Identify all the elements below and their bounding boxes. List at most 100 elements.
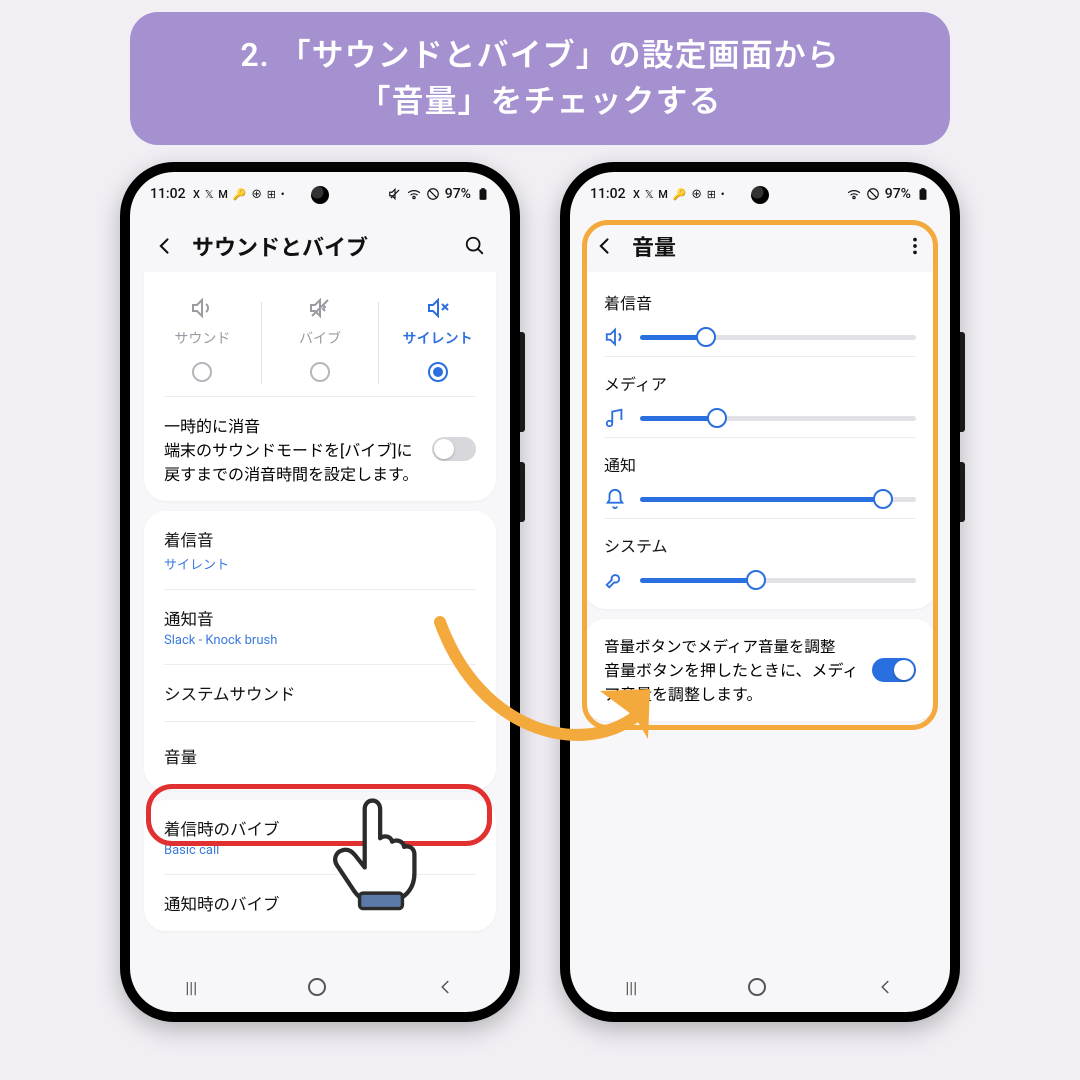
temp-mute-title: 一時的に消音 [164, 413, 420, 437]
status-time: 11:02 [590, 186, 626, 202]
mode-label: サイレント [379, 328, 496, 348]
slider-label: メディア [604, 371, 916, 395]
row-label: 音量 [164, 744, 476, 768]
volume-sliders-card: 着信音 メディア [584, 272, 936, 609]
wrench-icon [604, 569, 626, 591]
media-key-title: 音量ボタンでメディア音量を調整 [604, 635, 860, 657]
radio[interactable] [192, 362, 212, 382]
slider-label: 通知 [604, 452, 916, 476]
row-label: システムサウンド [164, 681, 476, 705]
phone-side-button [960, 332, 965, 432]
camera-cutout [311, 186, 329, 204]
bell-icon [604, 488, 626, 510]
row-value: Basic call [164, 843, 476, 858]
sound-icon [190, 296, 214, 320]
nav-recents[interactable]: ||| [185, 978, 197, 997]
temporary-mute-row[interactable]: 一時的に消音 端末のサウンドモードを[バイブ]に戻すまでの消音時間を設定します。 [144, 397, 496, 501]
search-icon [464, 235, 486, 257]
status-icons-left: X 𝕏 M 🔑 ⊕ ⊞ • [633, 188, 726, 201]
phone-side-button [520, 462, 525, 522]
page-title: サウンドとバイブ [192, 230, 448, 262]
sound-settings-card: 着信音 サイレント 通知音 Slack - Knock brush システムサウ… [144, 511, 496, 790]
no-sim-icon [866, 187, 880, 201]
no-sim-icon [426, 187, 440, 201]
camera-cutout [751, 186, 769, 204]
row-value: Slack - Knock brush [164, 633, 476, 648]
slider-ringtone: 着信音 [584, 276, 936, 356]
mode-label: バイブ [262, 328, 379, 348]
media-key-card: 音量ボタンでメディア音量を調整 音量ボタンを押したときに、メディア音量を調整しま… [584, 619, 936, 721]
instruction-banner: 2. 「サウンドとバイブ」の設定画面から 「音量」をチェックする [130, 12, 950, 145]
slider-label: システム [604, 533, 916, 557]
mode-label: サウンド [144, 328, 261, 348]
temp-mute-desc: 端末のサウンドモードを[バイブ]に戻すまでの消音時間を設定します。 [164, 437, 420, 485]
row-value: サイレント [164, 554, 476, 573]
phone-side-button [960, 462, 965, 522]
phone-side-button [520, 332, 525, 432]
row-label: 着信音 [164, 527, 476, 551]
status-icons-left: X 𝕏 M 🔑 ⊕ ⊞ • [193, 188, 286, 201]
mode-silent[interactable]: サイレント [379, 296, 496, 390]
row-label: 着信時のバイブ [164, 816, 476, 840]
volume-row[interactable]: 音量 [144, 722, 496, 790]
slider-system: システム [584, 519, 936, 599]
nav-home[interactable] [748, 978, 766, 996]
radio[interactable] [428, 362, 448, 382]
mode-sound[interactable]: サウンド [144, 296, 261, 390]
nav-back[interactable] [877, 978, 895, 996]
status-battery-pct: 97% [885, 186, 911, 202]
media-key-desc: 音量ボタンを押したときに、メディア音量を調整します。 [604, 657, 860, 705]
wifi-icon [407, 187, 421, 201]
ringtone-row[interactable]: 着信音 サイレント [144, 511, 496, 589]
chevron-left-icon [595, 236, 615, 256]
slider-notification: 通知 [584, 438, 936, 518]
mute-icon [388, 187, 402, 201]
media-key-toggle[interactable] [872, 658, 916, 682]
notification-sound-row[interactable]: 通知音 Slack - Knock brush [144, 590, 496, 664]
speaker-icon [604, 326, 626, 348]
nav-bar: ||| [570, 962, 950, 1012]
vibration-card: 着信時のバイブ Basic call 通知時のバイブ [144, 800, 496, 931]
silent-icon [426, 296, 450, 320]
banner-line-1: 2. 「サウンドとバイブ」の設定画面から [160, 32, 920, 78]
slider-media: メディア [584, 357, 936, 437]
notif-vibration-row[interactable]: 通知時のバイブ [144, 875, 496, 931]
mode-vibrate[interactable]: バイブ [262, 296, 379, 390]
back-button[interactable] [592, 233, 618, 259]
slider-label: 着信音 [604, 290, 916, 314]
sound-mode-card: サウンド バイブ サイレント [144, 272, 496, 501]
battery-icon [916, 187, 930, 201]
vibrate-icon [308, 296, 332, 320]
more-vertical-icon [904, 235, 926, 257]
temp-mute-toggle[interactable] [432, 437, 476, 461]
radio[interactable] [310, 362, 330, 382]
nav-bar: ||| [130, 962, 510, 1012]
app-header: サウンドとバイブ [130, 212, 510, 272]
music-note-icon [604, 407, 626, 429]
more-button[interactable] [902, 233, 928, 259]
phone-right: 11:02 X 𝕏 M 🔑 ⊕ ⊞ • 97% 音量 [560, 162, 960, 1022]
nav-recents[interactable]: ||| [625, 978, 637, 997]
back-button[interactable] [152, 233, 178, 259]
status-battery-pct: 97% [445, 186, 471, 202]
chevron-left-icon [155, 236, 175, 256]
media-slider[interactable] [640, 409, 916, 427]
call-vibration-row[interactable]: 着信時のバイブ Basic call [144, 800, 496, 874]
ringtone-slider[interactable] [640, 328, 916, 346]
status-time: 11:02 [150, 186, 186, 202]
media-key-row[interactable]: 音量ボタンでメディア音量を調整 音量ボタンを押したときに、メディア音量を調整しま… [584, 619, 936, 721]
notification-slider[interactable] [640, 490, 916, 508]
battery-icon [476, 187, 490, 201]
banner-line-2: 「音量」をチェックする [160, 78, 920, 124]
search-button[interactable] [462, 233, 488, 259]
app-header: 音量 [570, 212, 950, 272]
system-sound-row[interactable]: システムサウンド [144, 665, 496, 721]
phone-left: 11:02 X 𝕏 M 🔑 ⊕ ⊞ • 97% サウンドとバイブ [120, 162, 520, 1022]
system-slider[interactable] [640, 571, 916, 589]
row-label: 通知音 [164, 606, 476, 630]
page-title: 音量 [632, 230, 888, 262]
nav-back[interactable] [437, 978, 455, 996]
row-label: 通知時のバイブ [164, 891, 476, 915]
nav-home[interactable] [308, 978, 326, 996]
wifi-icon [847, 187, 861, 201]
